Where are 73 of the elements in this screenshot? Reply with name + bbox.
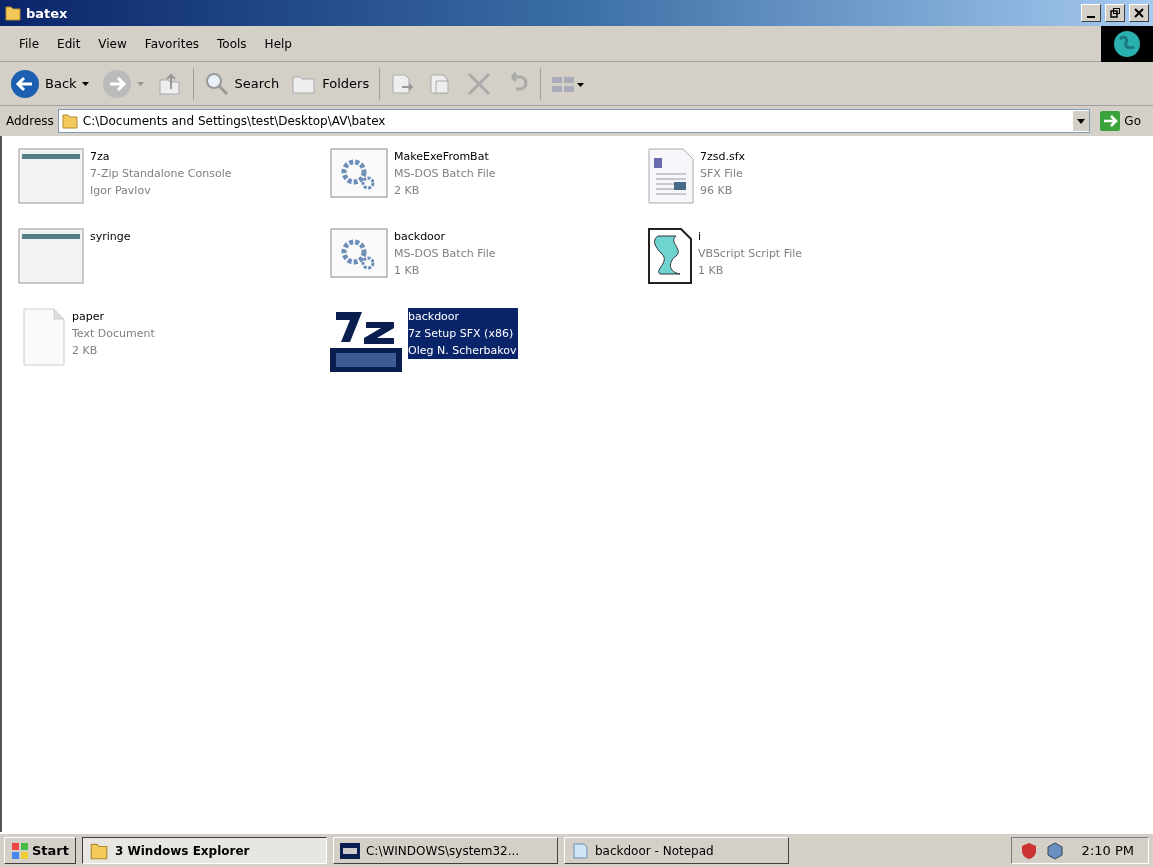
file-label[interactable]: i VBScript Script File 1 KB <box>698 228 805 279</box>
folders-button[interactable]: Folders <box>289 69 372 98</box>
globe-icon <box>1112 28 1142 59</box>
window-icon <box>18 228 84 284</box>
taskbar-button[interactable]: C:\WINDOWS\system32... <box>333 837 558 864</box>
menu-item[interactable]: Edit <box>48 36 90 51</box>
caret-icon <box>136 80 145 87</box>
folder-icon <box>4 4 22 22</box>
file-detail: 7z Setup SFX (x86) <box>408 326 515 342</box>
file-detail: 2 KB <box>394 183 421 199</box>
taskbar-button[interactable]: 3 Windows Explorer <box>82 837 327 864</box>
restore-button[interactable] <box>1105 4 1125 22</box>
gear-icon <box>330 228 388 278</box>
file-detail: Igor Pavlov <box>90 183 152 199</box>
window-icon <box>18 148 84 204</box>
address-field[interactable]: C:\Documents and Settings\test\Desktop\AV\batex <box>57 109 1091 133</box>
back-button[interactable]: Back <box>8 66 92 101</box>
dropdown-icon <box>1073 111 1090 131</box>
menu-item[interactable]: Tools <box>208 36 256 51</box>
file-label[interactable]: paper Text Document 2 KB <box>72 308 157 359</box>
delete-icon <box>466 70 493 97</box>
file-detail: 7-Zip Standalone Console <box>90 166 232 182</box>
window-title: batex <box>26 5 69 21</box>
file-detail: 1 KB <box>698 263 725 279</box>
file-name: backdoor <box>408 309 461 325</box>
cube-icon <box>1045 841 1064 860</box>
notepad-icon <box>571 841 589 860</box>
file-name: paper <box>72 309 105 325</box>
file-name: MakeExeFromBat <box>394 149 490 165</box>
menu-item[interactable]: Favorites <box>135 36 209 51</box>
console-icon <box>340 842 360 859</box>
search-icon <box>203 70 230 97</box>
go-arrow-icon <box>1100 111 1121 131</box>
taskbar-button[interactable]: backdoor - Notepad <box>564 837 789 864</box>
file-name: i <box>698 229 703 245</box>
file-label[interactable]: backdoor 7z Setup SFX (x86) Oleg N. Scherbakov <box>408 308 519 359</box>
file-detail: Oleg N. Scherbakov <box>408 343 517 359</box>
file-detail: Text Document <box>72 326 155 342</box>
minimize-icon <box>1087 16 1095 18</box>
gear-icon <box>330 148 388 198</box>
file-name: 7za <box>90 149 111 165</box>
menu-item[interactable]: File <box>10 36 49 51</box>
go-button[interactable]: Go <box>1094 111 1147 131</box>
close-icon <box>1134 8 1144 18</box>
caret-icon <box>81 80 90 87</box>
document-icon <box>648 148 694 204</box>
file-detail: 96 KB <box>700 183 734 199</box>
file-detail: 2 KB <box>72 343 99 359</box>
menu-item[interactable]: View <box>89 36 136 51</box>
clock: 2:10 PM <box>1081 843 1134 858</box>
file-label[interactable]: 7zsd.sfx SFX File 96 KB <box>700 148 748 199</box>
file-detail: VBScript Script File <box>698 246 803 262</box>
menu-item[interactable]: Help <box>255 36 301 51</box>
file-detail: MS-DOS Batch File <box>394 166 496 182</box>
minimize-button[interactable] <box>1081 4 1101 22</box>
file-label[interactable]: 7za 7-Zip Standalone Console Igor Pavlov <box>90 148 234 199</box>
address-label: Address <box>6 114 54 128</box>
folder-icon <box>60 112 79 130</box>
start-button[interactable]: Start <box>4 837 76 864</box>
shield-icon <box>1019 841 1038 860</box>
file-label[interactable]: backdoor MS-DOS Batch File 1 KB <box>394 228 498 279</box>
file-detail: 1 KB <box>394 263 421 279</box>
close-button[interactable] <box>1129 4 1149 22</box>
file-label[interactable]: MakeExeFromBat MS-DOS Batch File 2 KB <box>394 148 498 199</box>
search-button[interactable]: Search <box>201 68 282 99</box>
file-detail: MS-DOS Batch File <box>394 246 496 262</box>
windows-logo-icon <box>11 841 29 860</box>
file-name: backdoor <box>394 229 447 245</box>
restore-icon <box>1110 8 1120 18</box>
scroll-icon <box>648 228 692 284</box>
file-name: 7zsd.sfx <box>700 149 746 165</box>
file-label[interactable]: syringe <box>90 228 133 245</box>
file-detail: SFX File <box>700 166 744 182</box>
